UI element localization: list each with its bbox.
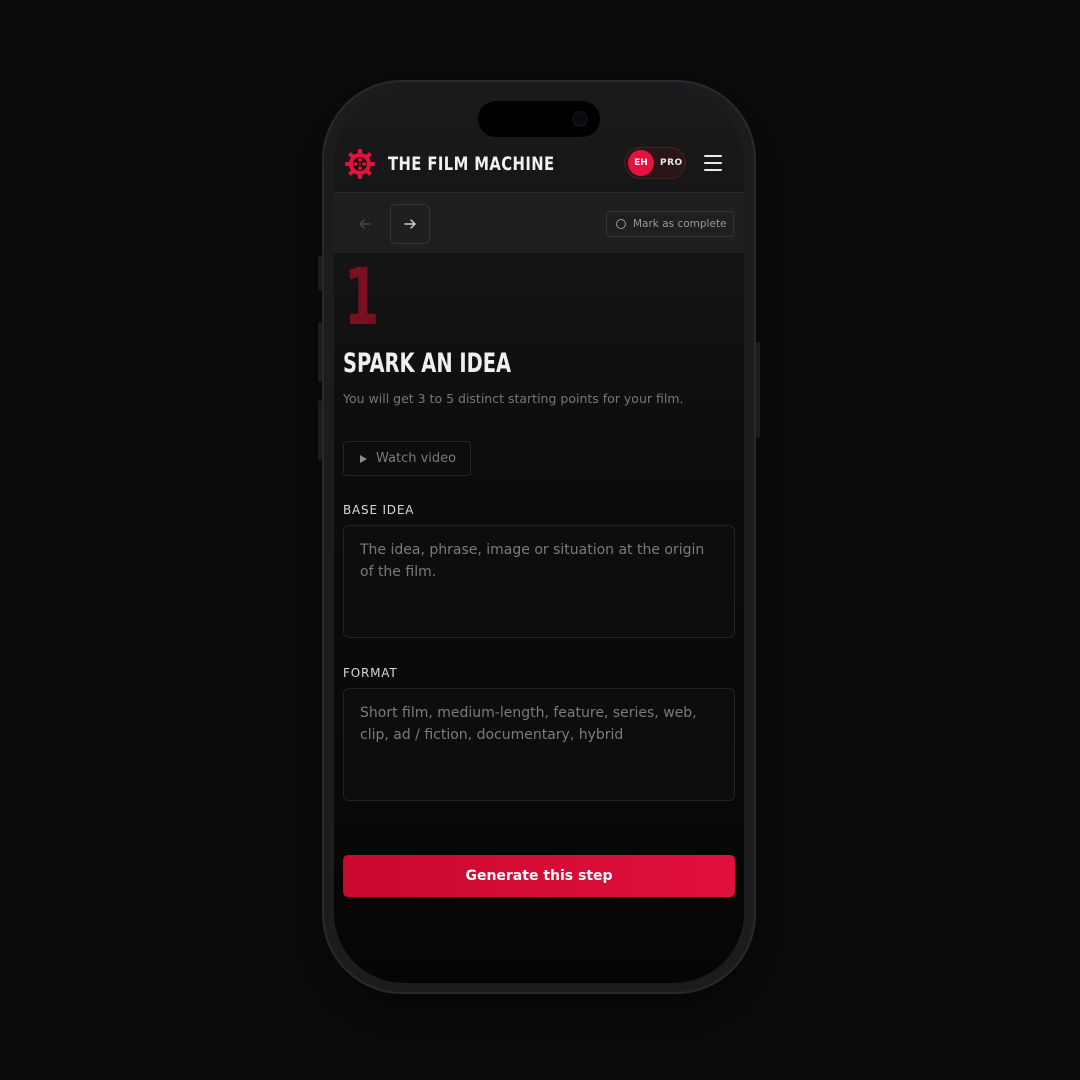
step-number: 1 [344,253,380,343]
phone-screen: THE FILM MACHINE EH PRO Mark as complete… [334,91,744,983]
watch-video-label: Watch video [376,451,457,466]
step-title: SPARK AN IDEA [343,348,512,379]
phone-frame: THE FILM MACHINE EH PRO Mark as complete… [318,80,760,994]
phone-volume-up-button [318,322,322,382]
plan-label: PRO [660,158,683,168]
mark-as-complete-label: Mark as complete [633,218,727,230]
film-reel-gear-icon[interactable] [344,148,376,180]
generate-step-button[interactable]: Generate this step [343,855,735,897]
base-idea-label: BASE IDEA [343,503,415,517]
account-plan-badge[interactable]: EH PRO [624,147,686,179]
base-idea-input[interactable] [343,525,735,638]
phone-power-button [756,342,760,438]
next-step-button[interactable] [390,204,430,244]
previous-step-button[interactable] [345,204,385,244]
play-icon [360,454,367,463]
camera-icon [574,113,586,125]
watch-video-button[interactable]: Watch video [343,441,471,476]
step-description: You will get 3 to 5 distinct starting po… [343,391,684,406]
mark-as-complete-button[interactable]: Mark as complete [606,211,734,237]
format-label: FORMAT [343,666,398,680]
phone-action-button [318,255,322,291]
avatar: EH [628,150,654,176]
dynamic-island [478,101,600,137]
arrow-left-icon [359,219,371,229]
arrow-right-icon [404,219,416,229]
circle-checkbox-icon [616,219,626,229]
app-header: THE FILM MACHINE EH PRO [334,137,744,191]
step-toolbar: Mark as complete [334,192,744,253]
app-brand-name: THE FILM MACHINE [388,153,555,175]
format-input[interactable] [343,688,735,801]
hamburger-menu-icon[interactable] [704,155,722,171]
phone-volume-down-button [318,400,322,460]
